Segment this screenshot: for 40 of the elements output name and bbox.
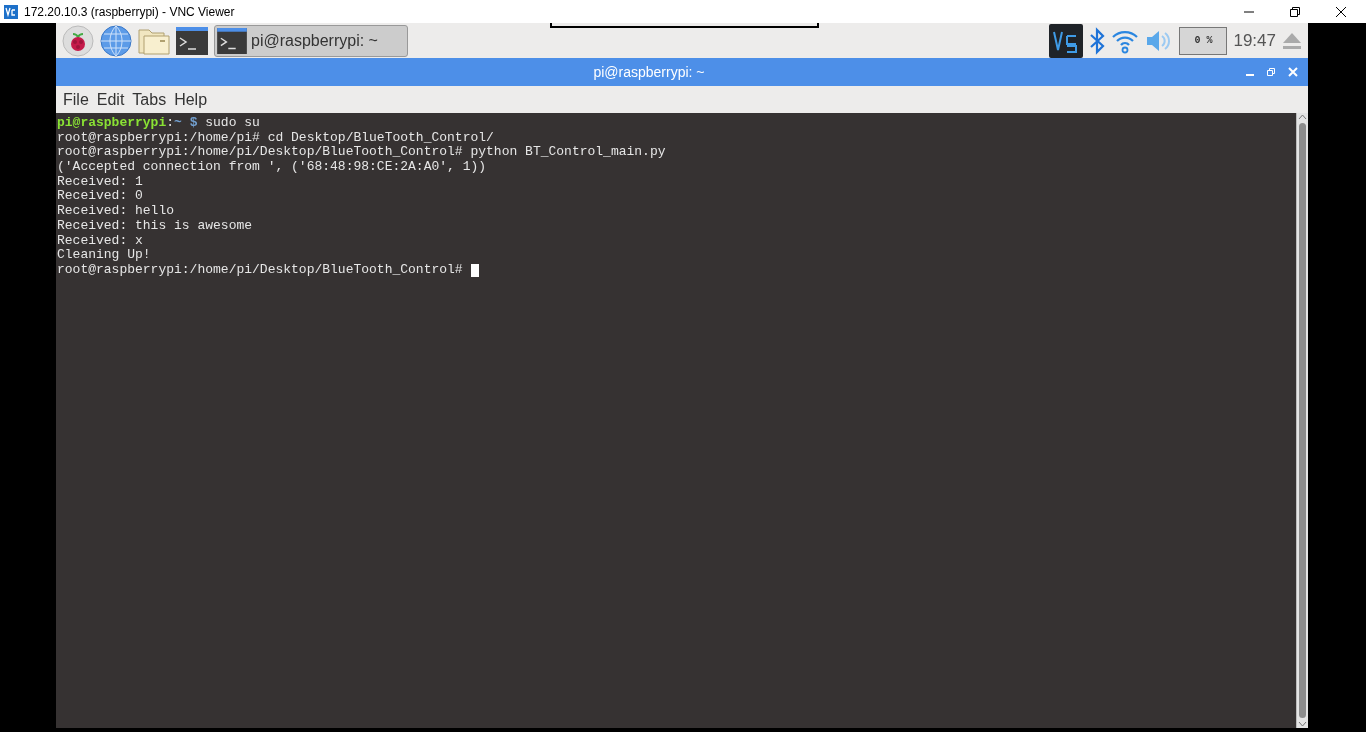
terminal-title: pi@raspberrypi: ~: [592, 64, 706, 80]
cpu-usage: 0 %: [1179, 26, 1228, 55]
menu-item[interactable]: File: [59, 90, 93, 109]
restore-icon: [1290, 6, 1300, 17]
globe-icon[interactable]: [100, 24, 132, 57]
terminal-icon[interactable]: [176, 26, 208, 55]
terminal-line: Received: x: [57, 233, 143, 249]
taskbar-window-button[interactable]: pi@raspberrypi: ~: [214, 24, 408, 57]
terminal-line: Cleaning Up!: [57, 248, 151, 263]
scrollbar[interactable]: [1296, 113, 1308, 728]
minimize-icon: [1246, 74, 1254, 76]
terminal-line: root@raspberrypi:/home/pi/Desktop/BlueTooth_Control# python BT_Control_main.py: [57, 145, 666, 161]
prompt-path: ~: [174, 116, 182, 131]
window-title: 172.20.10.3 (raspberrypi) - VNC Viewer: [24, 4, 235, 19]
scroll-up-icon[interactable]: [1298, 113, 1307, 121]
maximize-icon: [1266, 67, 1276, 77]
menu-item[interactable]: Edit: [92, 90, 129, 109]
vnc-logo-icon: [4, 4, 18, 19]
prompt-symbol: $: [188, 116, 198, 131]
prompt-separator: :: [166, 116, 175, 131]
raspberry-icon[interactable]: [62, 24, 94, 57]
bluetooth-icon[interactable]: [1089, 26, 1106, 55]
close-icon: [1288, 67, 1298, 77]
vnc-icon[interactable]: [1049, 23, 1084, 58]
terminal-icon: [217, 27, 247, 54]
close-icon: [1335, 5, 1347, 18]
scroll-down-icon[interactable]: [1298, 720, 1307, 728]
clock: 19:47: [1233, 30, 1276, 51]
eject-icon[interactable]: [1282, 31, 1302, 50]
menu-item[interactable]: Tabs: [128, 90, 171, 109]
terminal-line: ('Accepted connection from ', ('68:48:98:CE:2A:A0', 1)): [57, 160, 487, 175]
terminal-command: sudo su: [204, 116, 260, 131]
terminal-line: root@raspberrypi:/home/pi/Desktop/BlueTooth_Control#: [57, 262, 463, 278]
terminal-line: Received: 0: [57, 189, 143, 205]
terminal-line: root@raspberrypi:/home/pi# cd Desktop/BlueTooth_Control/: [57, 130, 494, 146]
terminal-line: Received: this is awesome: [57, 218, 253, 234]
prompt-user: pi@raspberrypi: [57, 116, 167, 131]
terminal-line: Received: 1: [57, 174, 143, 190]
menu-item[interactable]: Help: [170, 90, 212, 109]
terminal-line: Received: hello: [57, 204, 175, 219]
